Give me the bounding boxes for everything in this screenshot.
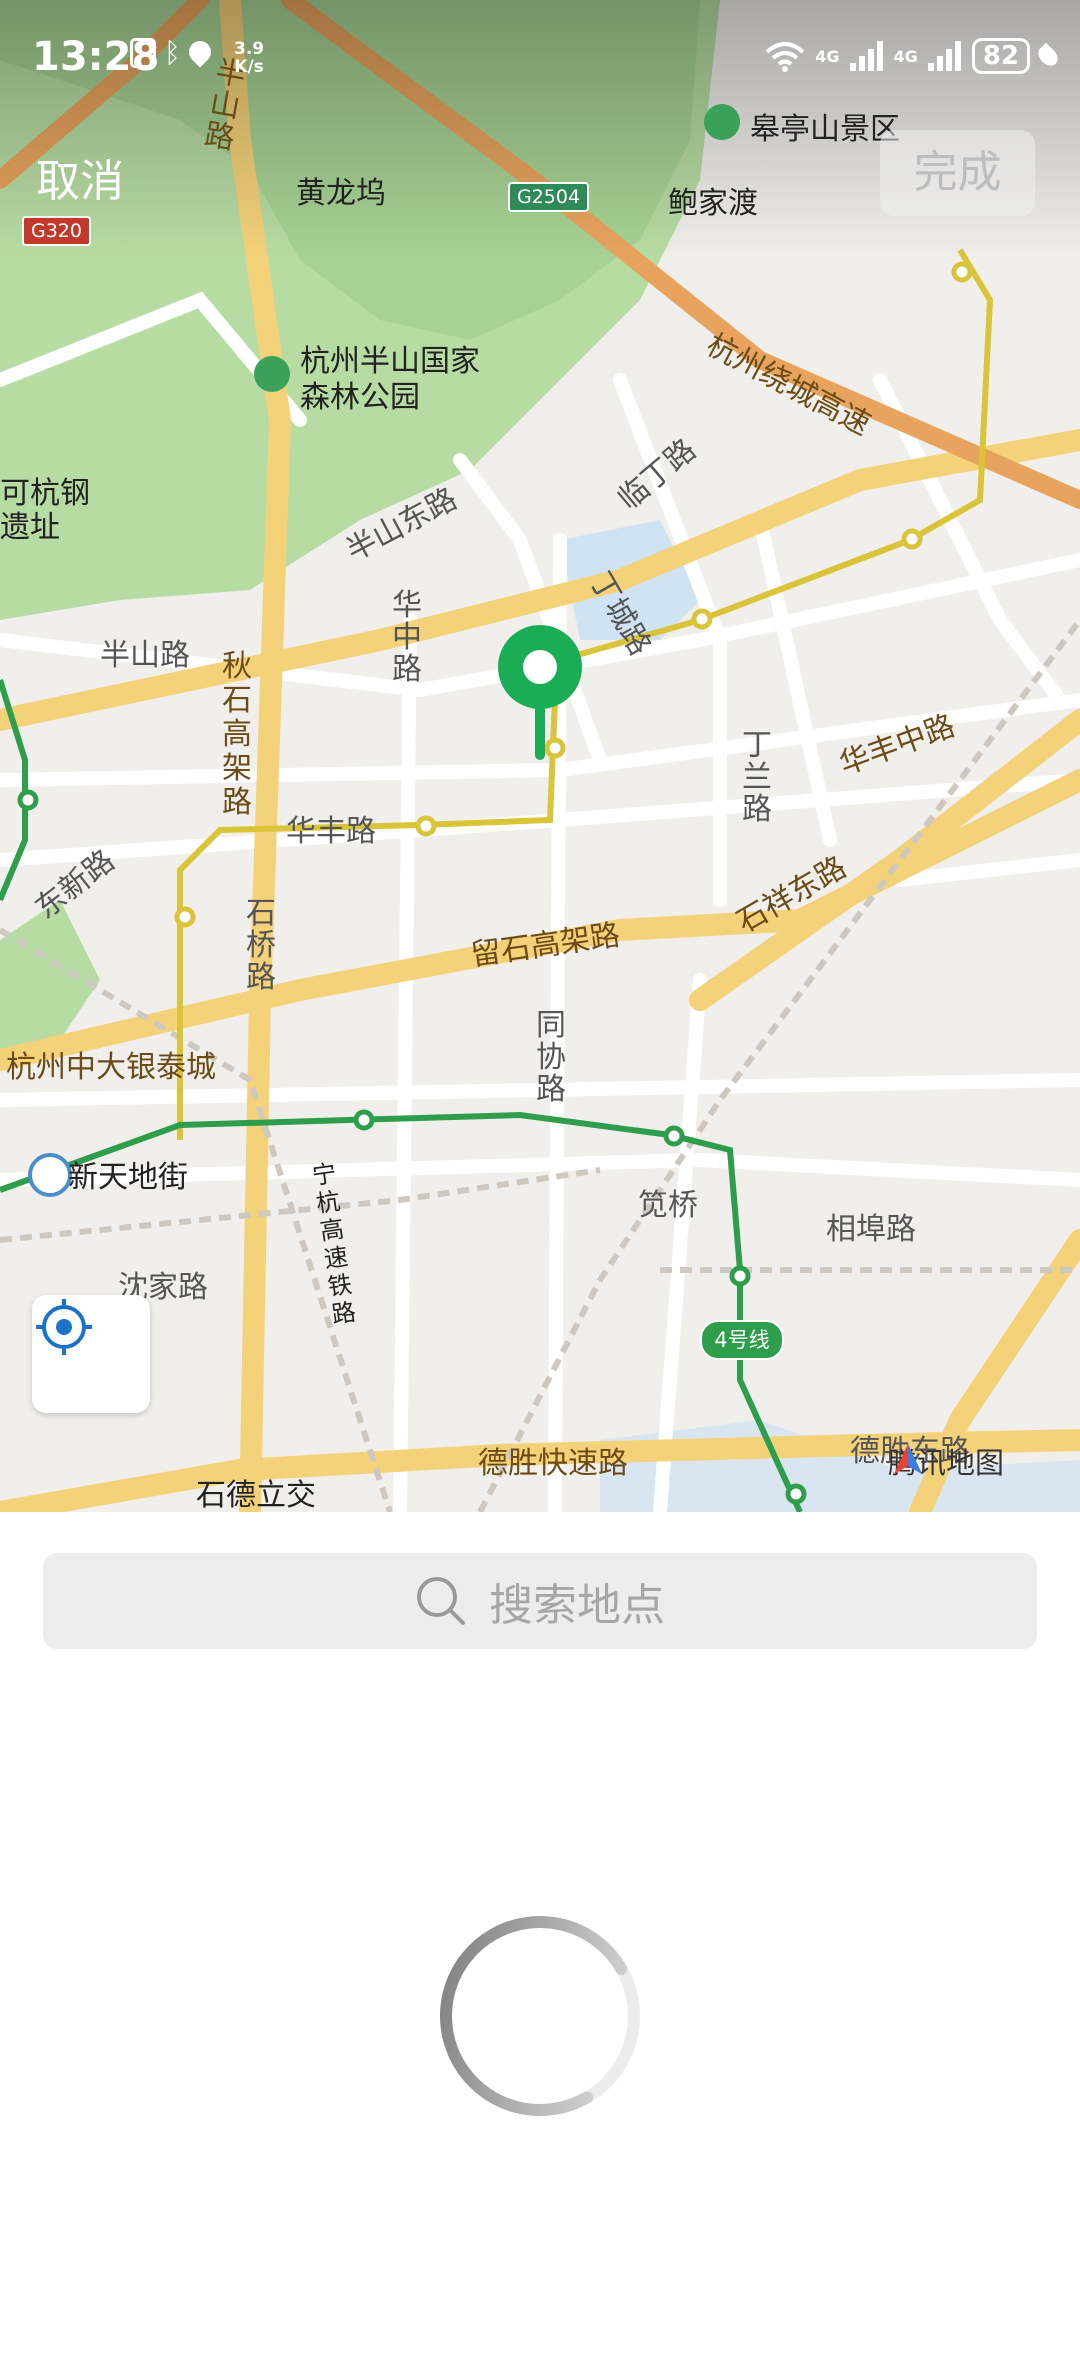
map-watermark: 腾讯地图: [888, 1440, 1004, 1482]
status-icons-left: ᛒ: [130, 36, 216, 69]
signal-type-2: 4G: [893, 46, 918, 66]
map-label: 石桥路: [246, 896, 276, 995]
search-placeholder: 搜索地点: [489, 1580, 665, 1631]
map-view[interactable]: 黄龙坞 鲍家渡 皋亭山景区 杭州半山国家 森林公园 可杭钢 遗址 半山东路 半山…: [0, 0, 1080, 1512]
cancel-button[interactable]: 取消: [36, 145, 124, 209]
map-label: 相埠路: [826, 1212, 916, 1247]
nfc-icon: [130, 38, 156, 68]
map-label: 新天地街: [68, 1160, 188, 1195]
map-label: 德胜快速路: [478, 1446, 628, 1481]
search-icon: [417, 1577, 465, 1625]
map-label: 华丰路: [286, 814, 376, 849]
map-pin-icon: [498, 625, 582, 760]
map-label: 遗址: [0, 510, 60, 545]
wifi-icon: [765, 42, 805, 72]
done-button[interactable]: 完成: [880, 130, 1035, 216]
map-label: 杭州中大银泰城: [6, 1050, 216, 1085]
map-label: 华中路: [392, 588, 422, 687]
metro-station-icon: [28, 1153, 72, 1197]
locate-button[interactable]: [32, 1295, 150, 1413]
signal-icon: [927, 41, 961, 71]
loading-spinner-icon: [440, 1916, 640, 2116]
locate-icon: [36, 1299, 92, 1355]
highway-shield-g320: G320: [22, 216, 91, 246]
status-bar: 13:28 ᛒ 3.9 K/s 4G 4G 82: [0, 0, 1080, 110]
park-icon: [254, 356, 290, 392]
map-label: 同协路: [536, 1008, 566, 1107]
battery-level: 82: [971, 38, 1030, 74]
highway-shield-g2504: G2504: [508, 182, 590, 212]
search-input[interactable]: 搜索地点: [43, 1553, 1037, 1649]
signal-icon: [849, 41, 883, 71]
map-label: 秋石高架路: [222, 649, 252, 820]
metro-line-badge: 4号线: [700, 1320, 784, 1360]
map-label: 笕桥: [638, 1188, 698, 1223]
map-label: 皋亭山景区: [750, 112, 900, 147]
bluetooth-icon: ᛒ: [164, 36, 181, 69]
map-label: 森林公园: [300, 380, 420, 415]
map-label: 丁兰路: [742, 728, 772, 827]
status-icons-right: 4G 4G 82: [765, 38, 1062, 74]
map-label: 半山路: [100, 638, 190, 673]
signal-type-1: 4G: [815, 46, 840, 66]
battery-saver-icon: [1034, 42, 1062, 70]
map-label: 石德立交: [196, 1478, 316, 1512]
net-speed: 3.9 K/s: [234, 39, 265, 77]
location-icon: [184, 36, 216, 68]
map-label: 鲍家渡: [668, 186, 758, 221]
tencent-map-logo-icon: [894, 1444, 922, 1474]
map-label: 黄龙坞: [296, 176, 386, 211]
